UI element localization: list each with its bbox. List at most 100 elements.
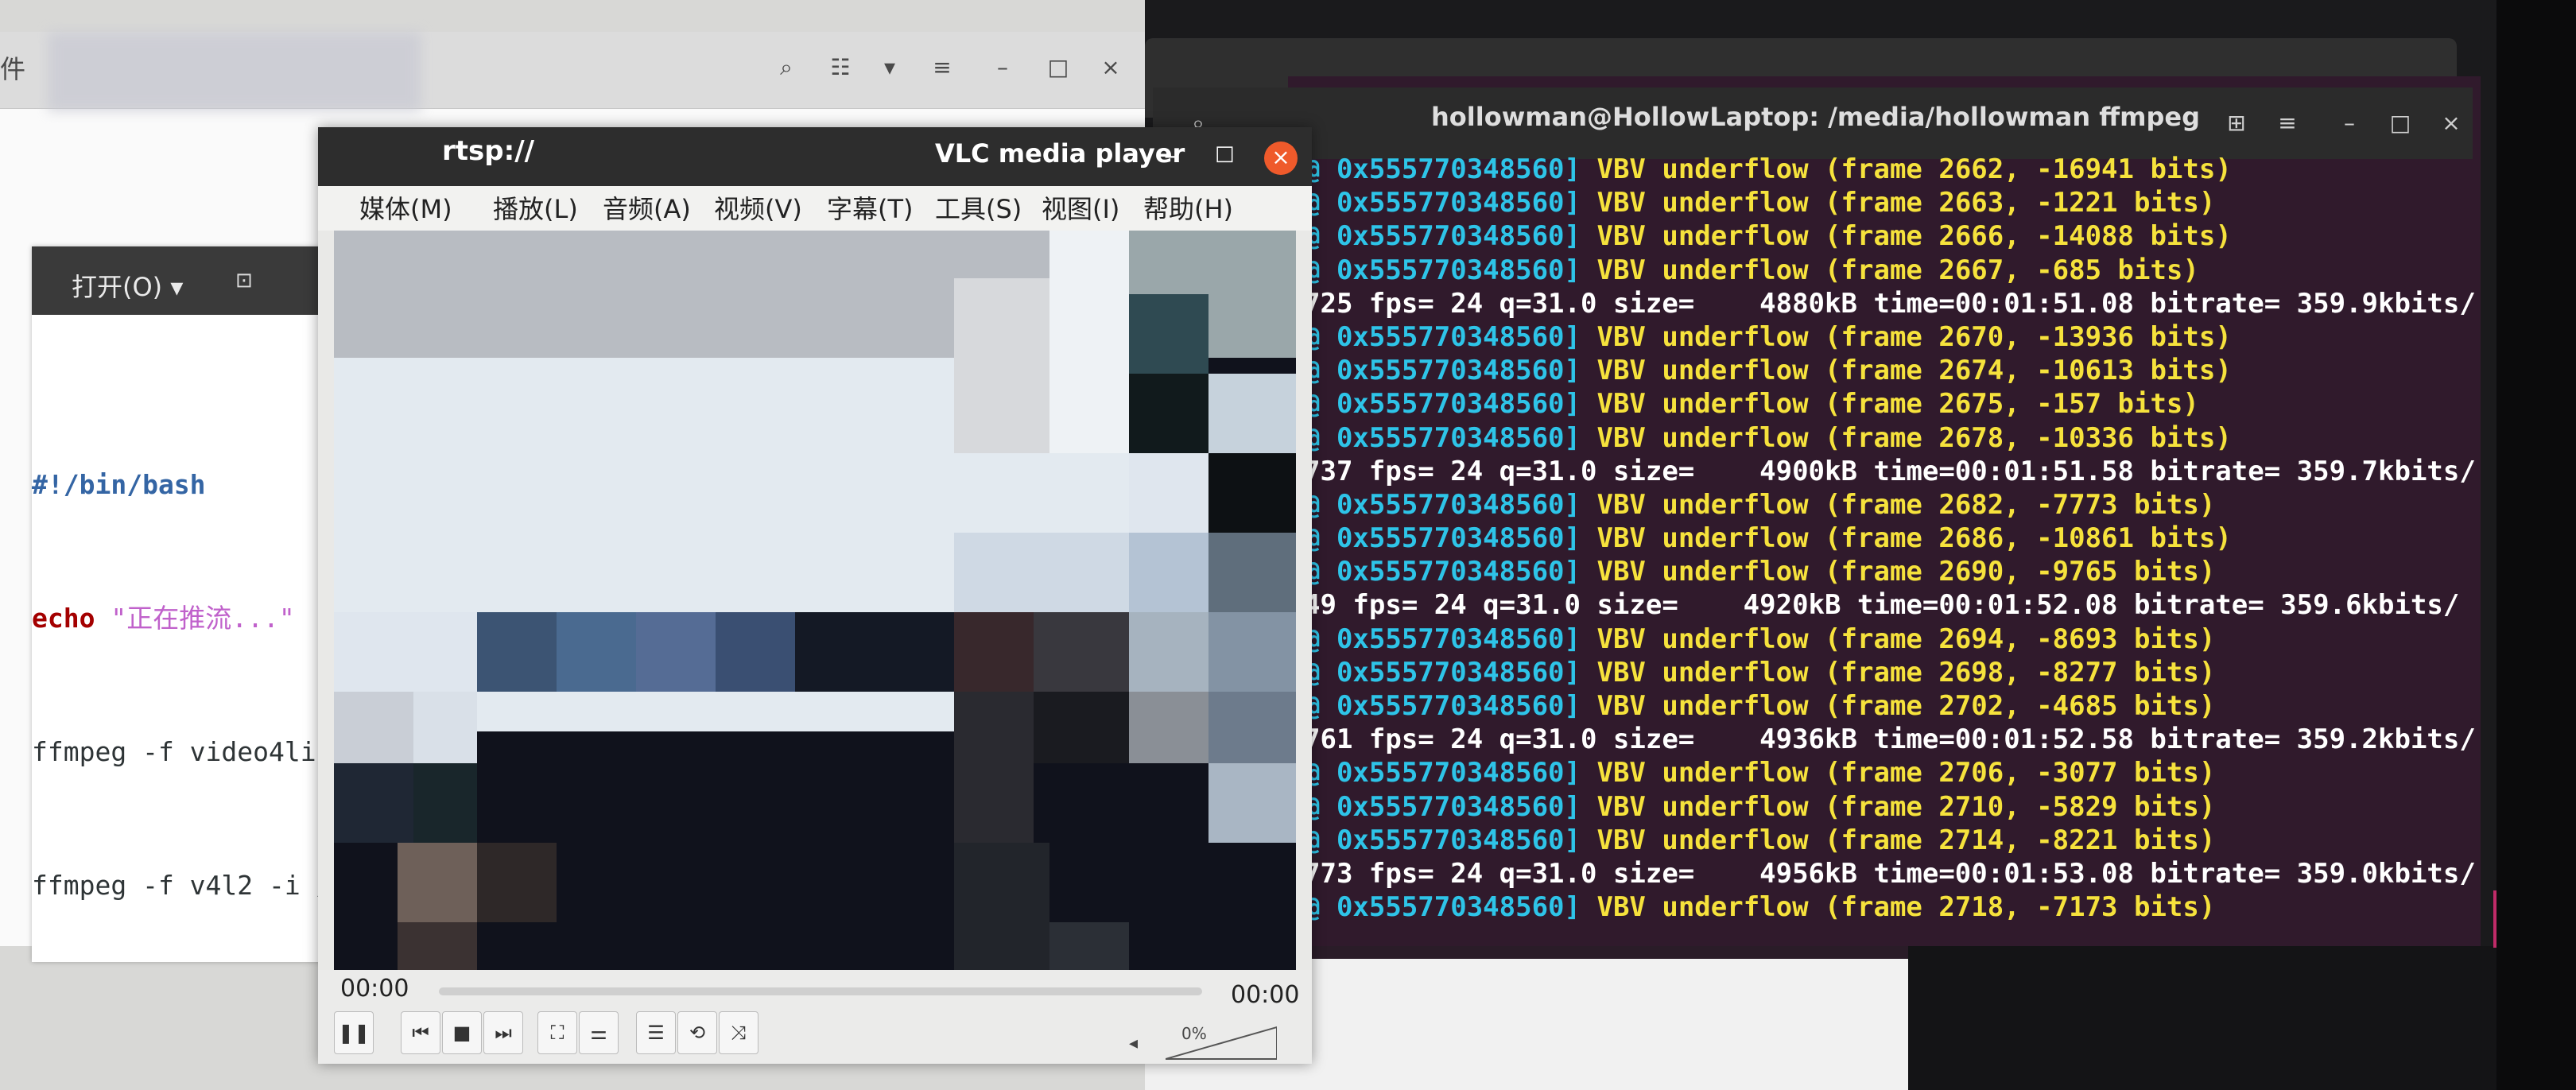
log-message: VBV underflow (frame 2682, -7773 bits) [1596,488,2216,521]
video-block [954,278,1049,453]
open-button-label: 打开(O) [72,272,163,302]
next-button[interactable]: ⏭ [483,1011,523,1054]
menu-playback[interactable]: 播放(L) [493,189,578,226]
list-view-icon[interactable]: ☷ [827,54,854,81]
video-block [477,843,557,922]
menu-icon[interactable]: ≡ [929,54,956,81]
log-address: @ 0x555770348560] [1304,757,1581,789]
log-address: @ 0x555770348560] [1304,254,1581,286]
playlist-button[interactable]: ☰ [636,1011,676,1054]
loop-icon: ⟲ [689,1022,706,1044]
terminal-line: @ 0x555770348560] VBV underflow (frame 2… [1304,186,2473,219]
terminal-line: @ 0x555770348560] VBV underflow (frame 2… [1304,522,2473,555]
terminal-title-suffix: ffmpeg [2099,102,2201,132]
code-keyword: echo [32,603,95,634]
terminal-line: @ 0x555770348560] VBV underflow (frame 2… [1304,387,2473,421]
terminal-output[interactable]: @ 0x555770348560] VBV underflow (frame 2… [1304,153,2476,924]
terminal-line: @ 0x555770348560] VBV underflow (frame 2… [1304,254,2473,287]
extended-settings-button[interactable]: ⚌ [579,1011,619,1054]
minimize-icon[interactable]: – [1164,140,1177,170]
stat-text: 761 fps= 24 q=31.0 size= 4936kB time=00:… [1304,723,2476,756]
terminal-line: @ 0x555770348560] VBV underflow (frame 2… [1304,890,2473,924]
log-message: VBV underflow (frame 2675, -157 bits) [1596,388,2199,421]
terminal-line: 737 fps= 24 q=31.0 size= 4900kB time=00:… [1304,455,2476,488]
code-text: ffmpeg -f video4lin [32,736,332,767]
log-address: @ 0x555770348560] [1304,656,1581,689]
open-button[interactable]: 打开(O) ▾ [72,267,183,304]
menu-video[interactable]: 视频(V) [714,189,802,226]
menu-audio[interactable]: 音频(A) [603,189,691,226]
pin-icon[interactable]: ⊡ [235,269,259,293]
terminal-line: @ 0x555770348560] VBV underflow (frame 2… [1304,756,2473,789]
code-editor[interactable]: #!/bin/bash echo "正在推流..." ffmpeg -f vid… [32,374,366,952]
terminal-line: @ 0x555770348560] VBV underflow (frame 2… [1304,153,2473,186]
menu-media[interactable]: 媒体(M) [359,189,452,226]
video-block [1049,922,1129,970]
menu-view[interactable]: 视图(I) [1042,189,1119,226]
close-icon[interactable]: × [2438,110,2465,137]
loop-button[interactable]: ⟲ [677,1011,717,1054]
video-block [954,843,1049,970]
log-address: @ 0x555770348560] [1304,623,1581,655]
stop-icon: ■ [452,1022,471,1044]
log-message: VBV underflow (frame 2666, -14088 bits) [1596,220,2232,253]
log-message: VBV underflow (frame 2670, -13936 bits) [1596,320,2232,353]
menu-tools[interactable]: 工具(S) [935,189,1022,226]
close-icon[interactable]: × [1264,142,1298,175]
log-message: VBV underflow (frame 2694, -8693 bits) [1596,623,2216,655]
video-block [334,612,477,692]
window-title: VLC media player [935,138,1185,169]
volume-level: 0% [1181,1024,1207,1043]
terminal-line: @ 0x555770348560] VBV underflow (frame 2… [1304,488,2473,522]
elapsed-time: 00:00 [340,975,409,1003]
terminal-line: @ 0x555770348560] VBV underflow (frame 2… [1304,824,2473,857]
video-block [954,692,1034,843]
blurred-region [48,32,421,111]
stop-button[interactable]: ■ [442,1011,482,1054]
log-address: @ 0x555770348560] [1304,153,1581,185]
minimize-icon[interactable]: – [989,54,1016,81]
log-message: VBV underflow (frame 2714, -8221 bits) [1596,824,2216,856]
video-block [334,692,413,763]
search-icon[interactable]: ⌕ [773,54,800,81]
previous-button[interactable]: ⏮ [401,1011,440,1054]
shuffle-button[interactable]: ⤨ [719,1011,758,1054]
terminal-line: @ 0x555770348560] VBV underflow (frame 2… [1304,790,2473,824]
log-message: VBV underflow (frame 2706, -3077 bits) [1596,757,2216,789]
total-time: 00:00 [1231,981,1300,1009]
screen-bezel [2496,0,2576,1090]
video-area[interactable] [334,231,1296,970]
seek-bar[interactable] [439,987,1202,995]
speaker-icon[interactable]: ◂ [1129,1034,1146,1053]
code-line: #!/bin/bash [32,463,366,507]
log-address: @ 0x555770348560] [1304,690,1581,722]
fullscreen-icon: ⛶ [550,1022,564,1044]
video-block [413,763,477,843]
video-block [1129,612,1208,692]
desktop-background [1908,946,2576,1090]
pause-icon: ❚❚ [337,1022,370,1044]
minimize-icon[interactable]: – [2336,110,2363,137]
video-block [1129,692,1208,763]
log-message: VBV underflow (frame 2662, -16941 bits) [1596,153,2232,185]
log-message: VBV underflow (frame 2710, -5829 bits) [1596,790,2216,823]
menu-help[interactable]: 帮助(H) [1143,189,1233,226]
terminal-line: @ 0x555770348560] VBV underflow (frame 2… [1304,320,2473,354]
maximize-icon[interactable]: □ [2387,110,2414,137]
log-message: VBV underflow (frame 2674, -10613 bits) [1596,355,2232,387]
video-block [1208,533,1296,612]
maximize-icon[interactable]: □ [1215,142,1235,165]
menu-subtitle[interactable]: 字幕(T) [827,189,914,226]
menu-icon[interactable]: ≡ [2274,110,2301,137]
next-icon: ⏭ [495,1022,512,1044]
previous-icon: ⏮ [412,1022,429,1044]
new-tab-icon[interactable]: ⊞ [2223,110,2250,137]
log-address: @ 0x555770348560] [1304,187,1581,219]
chevron-down-icon[interactable]: ▾ [876,54,903,81]
maximize-icon[interactable]: □ [1045,54,1072,81]
close-icon[interactable]: × [1097,54,1124,81]
fullscreen-button[interactable]: ⛶ [537,1011,577,1054]
pause-button[interactable]: ❚❚ [334,1011,374,1054]
video-block [413,692,477,763]
video-block [954,533,1129,612]
